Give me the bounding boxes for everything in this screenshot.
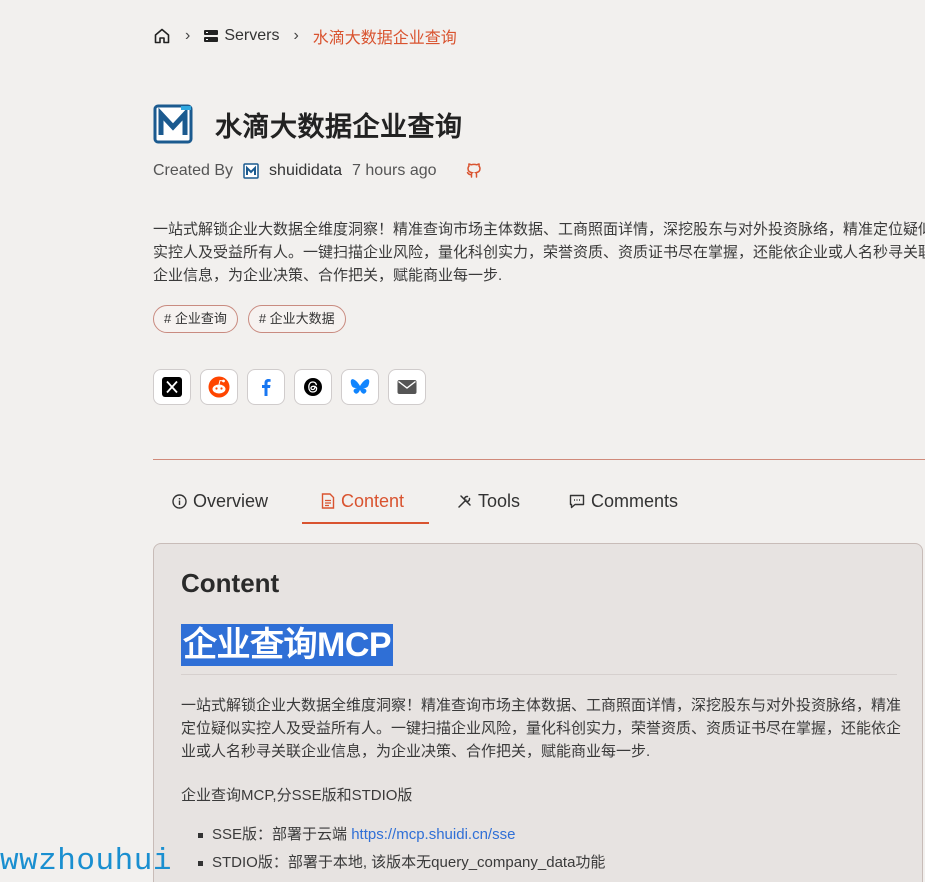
section-divider (153, 459, 925, 460)
breadcrumb: › Servers › 水滴大数据企业查询 (153, 24, 457, 48)
tag-chip[interactable]: # 企业查询 (153, 305, 238, 333)
bullet-text: STDIO版：部署于本地, 该版本无query_company_data功能 (212, 854, 606, 871)
content-title: Content (181, 568, 280, 598)
readme-bullet-list: SSE版：部署于云端 https://mcp.shuidi.cn/sse STD… (181, 824, 605, 880)
share-threads-button[interactable] (294, 369, 332, 405)
list-item: STDIO版：部署于本地, 该版本无query_company_data功能 (181, 852, 605, 880)
info-icon (172, 493, 187, 509)
github-icon[interactable] (465, 162, 483, 180)
tag-chip[interactable]: # 企业大数据 (247, 305, 346, 333)
x-icon (162, 377, 182, 397)
tab-content-label: Content (341, 490, 405, 511)
breadcrumb-servers-label: Servers (224, 27, 280, 44)
threads-icon (304, 378, 322, 396)
chevron-right-icon: › (185, 27, 191, 44)
share-buttons (153, 369, 426, 405)
facebook-icon (262, 379, 271, 396)
active-tab-indicator (302, 522, 429, 524)
share-reddit-button[interactable] (200, 369, 238, 405)
readme-heading: 企业查询MCP (181, 624, 394, 666)
tools-icon (458, 494, 471, 508)
home-icon[interactable] (153, 27, 171, 45)
page-title: 水滴大数据企业查询 (215, 111, 463, 142)
share-email-button[interactable] (388, 369, 426, 405)
readme-versions-line: 企业查询MCP,分SSE版和STDIO版 (181, 787, 413, 804)
bluesky-icon (350, 379, 370, 394)
created-by-label: Created By (153, 162, 234, 179)
tab-comments-label: Comments (591, 490, 679, 511)
list-item: SSE版：部署于云端 https://mcp.shuidi.cn/sse (181, 824, 605, 852)
author-link[interactable]: shuididata (269, 162, 342, 180)
server-meta: Created By shuididata 7 hours ago (153, 162, 483, 180)
email-icon (397, 380, 417, 394)
tab-comments[interactable]: Comments (569, 478, 678, 524)
bullet-text: SSE版：部署于云端 (212, 826, 352, 843)
share-x-button[interactable] (153, 369, 191, 405)
watermark: wwzhouhui (0, 844, 172, 879)
share-facebook-button[interactable] (247, 369, 285, 405)
chevron-right-icon: › (293, 27, 299, 44)
heading-rule (181, 674, 897, 675)
share-bluesky-button[interactable] (341, 369, 379, 405)
breadcrumb-servers[interactable]: Servers (204, 27, 279, 45)
tab-bar: Overview Content Tools Comments (153, 478, 925, 524)
server-logo (153, 104, 193, 144)
document-icon (321, 493, 335, 509)
readme-paragraph: 一站式解锁企业大数据全维度洞察！精准查询市场主体数据、工商照面详情，深挖股东与对… (181, 697, 902, 760)
tab-tools[interactable]: Tools (457, 478, 520, 524)
reddit-icon (208, 376, 230, 398)
tab-tools-label: Tools (478, 490, 521, 511)
server-description: 一站式解锁企业大数据全维度洞察！精准查询市场主体数据、工商照面详情，深挖股东与对… (153, 221, 925, 284)
server-header: 水滴大数据企业查询 (153, 104, 463, 144)
timestamp: 7 hours ago (352, 162, 437, 179)
content-panel: Content 企业查询MCP 一站式解锁企业大数据全维度洞察！精准查询市场主体… (153, 543, 923, 882)
breadcrumb-current: 水滴大数据企业查询 (312, 30, 457, 47)
sse-link[interactable]: https://mcp.shuidi.cn/sse (351, 826, 515, 843)
tab-content[interactable]: Content (321, 478, 404, 524)
tag-list: # 企业查询 # 企业大数据 (153, 305, 346, 333)
author-avatar (243, 163, 259, 179)
tab-overview[interactable]: Overview (172, 478, 268, 524)
server-icon (204, 30, 219, 42)
tab-overview-label: Overview (193, 490, 269, 511)
comment-icon (569, 494, 585, 508)
